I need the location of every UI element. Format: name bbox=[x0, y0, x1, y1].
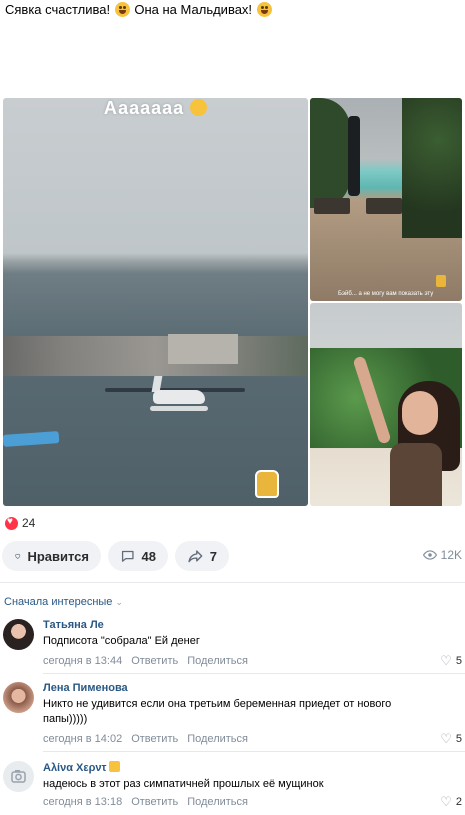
post-photo-beach[interactable]: Бэйб... а не могу вам показать эту bbox=[310, 98, 462, 301]
comment-likes-count: 5 bbox=[455, 733, 462, 745]
camera-icon bbox=[11, 770, 26, 783]
heart-outline-icon: ♡ bbox=[440, 653, 452, 668]
photo-blue-float bbox=[3, 431, 60, 447]
heart-outline-icon: ♡ bbox=[440, 794, 452, 809]
comment-like-button[interactable]: ♡ 5 bbox=[440, 653, 462, 669]
like-button-label: Нравится bbox=[27, 548, 89, 564]
comment-author[interactable]: Татьяна Ле bbox=[43, 619, 104, 631]
eye-icon bbox=[422, 550, 437, 560]
photo-city-skyline bbox=[3, 336, 308, 376]
avatar[interactable] bbox=[3, 761, 34, 792]
post-text-part2: Она на Мальдивах! bbox=[134, 2, 253, 17]
sort-label: Сначала интересные bbox=[4, 596, 113, 608]
avatar[interactable] bbox=[3, 619, 34, 650]
comment-author-name: Αλίνα Χερντ bbox=[43, 762, 107, 774]
sticker-icon bbox=[436, 275, 446, 287]
views-counter: 12K bbox=[422, 548, 462, 562]
comments-sort-dropdown[interactable]: Сначала интересные ⌄ bbox=[4, 596, 123, 608]
comment-text: Никто не удивится если она третьим берем… bbox=[43, 698, 392, 725]
grinning-emoji-icon bbox=[256, 2, 272, 17]
heart-outline-icon: ♡ bbox=[440, 731, 452, 746]
comment-author[interactable]: Αλίνα Χερντ bbox=[43, 761, 121, 774]
photo-umbrella bbox=[348, 116, 360, 196]
comment-author[interactable]: Лена Пименова bbox=[43, 682, 128, 694]
post-photo-selfie[interactable] bbox=[310, 303, 462, 506]
comment-time[interactable]: сегодня в 14:02 bbox=[43, 733, 122, 745]
likes-summary[interactable]: 24 bbox=[5, 516, 35, 530]
divider bbox=[43, 751, 465, 752]
chevron-down-icon: ⌄ bbox=[115, 596, 123, 607]
reply-link[interactable]: Ответить bbox=[131, 655, 178, 667]
comment-like-button[interactable]: ♡ 2 bbox=[440, 794, 462, 810]
grinning-emoji-icon bbox=[114, 2, 130, 17]
comment-likes-count: 5 bbox=[455, 655, 462, 667]
heart-eyes-emoji-icon bbox=[190, 99, 208, 116]
comment-meta: сегодня в 13:44 Ответить Поделиться bbox=[43, 655, 248, 667]
photo-overlay-label: Аааааaa bbox=[103, 98, 185, 118]
photo-tree bbox=[402, 98, 462, 238]
comment-text: надеюсь в этот раз симпатичней прошлых е… bbox=[43, 778, 324, 790]
avatar[interactable] bbox=[3, 682, 34, 713]
post-photo-seaplane[interactable]: Аааааaa bbox=[3, 98, 308, 506]
divider bbox=[0, 582, 465, 583]
photo-tree bbox=[310, 98, 350, 208]
photo-plane-float bbox=[150, 406, 208, 411]
like-button[interactable]: Нравится bbox=[2, 541, 101, 571]
share-button[interactable]: 7 bbox=[175, 541, 229, 571]
comment-icon bbox=[121, 550, 134, 562]
sticker-icon bbox=[255, 470, 279, 498]
comment-time[interactable]: сегодня в 13:18 bbox=[43, 796, 122, 808]
comment-text: Подписота "собрала" Ей денег bbox=[43, 635, 200, 647]
photo-face bbox=[402, 391, 438, 435]
likes-count: 24 bbox=[22, 516, 36, 530]
comment-likes-count: 2 bbox=[455, 796, 462, 808]
comments-count: 48 bbox=[141, 548, 156, 564]
photo-caption: Бэйб... а не могу вам показать эту bbox=[338, 291, 434, 297]
post-text: Сявка счастлива! Она на Мальдивах! bbox=[5, 2, 273, 18]
comment-button[interactable]: 48 bbox=[108, 541, 168, 571]
reply-link[interactable]: Ответить bbox=[131, 796, 178, 808]
share-link[interactable]: Поделиться bbox=[187, 796, 248, 808]
comment-time[interactable]: сегодня в 13:44 bbox=[43, 655, 122, 667]
share-arrow-icon bbox=[188, 550, 203, 563]
reply-link[interactable]: Ответить bbox=[131, 733, 178, 745]
post-text-part1: Сявка счастлива! bbox=[5, 2, 111, 17]
photo-lounger bbox=[314, 198, 350, 214]
photo-plane-body bbox=[153, 390, 205, 404]
shares-count: 7 bbox=[209, 548, 217, 564]
emoji-icon bbox=[109, 761, 121, 772]
comment-like-button[interactable]: ♡ 5 bbox=[440, 731, 462, 747]
share-link[interactable]: Поделиться bbox=[187, 655, 248, 667]
divider bbox=[43, 673, 465, 674]
comment-meta: сегодня в 14:02 Ответить Поделиться bbox=[43, 733, 248, 745]
heart-outline-icon bbox=[15, 553, 21, 559]
photo-lounger bbox=[366, 198, 402, 214]
share-link[interactable]: Поделиться bbox=[187, 733, 248, 745]
photo-building bbox=[168, 334, 238, 364]
comment-meta: сегодня в 13:18 Ответить Поделиться bbox=[43, 796, 248, 808]
heart-icon bbox=[5, 516, 18, 530]
photo-overlay-text: Аааааaa bbox=[3, 98, 308, 119]
photo-swimsuit bbox=[390, 443, 442, 506]
views-count: 12K bbox=[440, 548, 462, 562]
